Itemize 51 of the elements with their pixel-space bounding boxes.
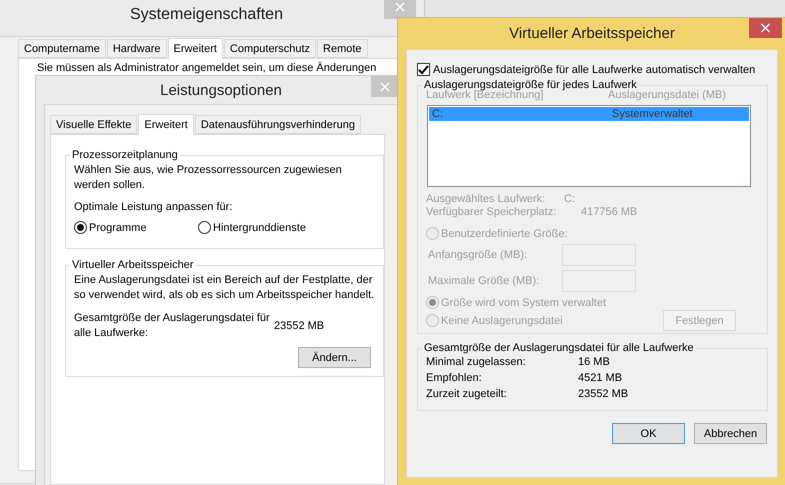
- column-header: Auslagerungsdatei (MB): [608, 89, 728, 101]
- tab[interactable]: Computername: [18, 39, 106, 58]
- radio-label: Benutzerdefinierte Größe:: [441, 228, 568, 240]
- description-text: Eine Auslagerungsdatei ist ein Bereich auf der Festplatte, der so verwendet wird, als ob es sich um Arbeitsspeicher handelt.: [74, 273, 375, 303]
- radio-button[interactable]: [198, 221, 211, 234]
- checkbox-label: Auslagerungsdateigröße für alle Laufwerke automatisch verwalten: [433, 64, 756, 76]
- cancel-button[interactable]: Abbrechen: [694, 423, 767, 444]
- field-label: Anfangsgröße (MB):: [428, 249, 528, 261]
- radio-label: Hintergrunddienste: [213, 222, 306, 234]
- group-title: Prozessorzeitplanung: [71, 149, 179, 161]
- tab[interactable]: Hardware: [106, 39, 167, 58]
- total-label: Empfohlen:: [426, 372, 483, 384]
- radio-label: Keine Auslagerungsdatei: [441, 314, 563, 326]
- info-label: Ausgewähltes Laufwerk:: [426, 193, 546, 205]
- close-button[interactable]: ×: [749, 18, 782, 38]
- total-value: 4521 MB: [578, 372, 624, 384]
- total-size-value: 23552 MB: [274, 320, 324, 332]
- ok-button[interactable]: OK: [612, 423, 685, 444]
- info-value: 417756 MB: [581, 206, 638, 218]
- tab[interactable]: Visuelle Effekte: [50, 115, 138, 134]
- tab[interactable]: Computerschutz: [224, 39, 316, 58]
- field-label: Maximale Größe (MB):: [428, 275, 540, 287]
- info-value: C:: [564, 193, 576, 205]
- group-title: Virtueller Arbeitsspeicher: [71, 259, 194, 271]
- total-size-label: Gesamtgröße der Auslagerungsdatei für alle Laufwerke:: [74, 311, 271, 341]
- window-title: Systemeigenschaften: [130, 6, 283, 24]
- total-value: 23552 MB: [578, 388, 630, 400]
- info-label: Verfügbarer Speicherplatz:: [426, 206, 558, 218]
- radio-button[interactable]: [74, 221, 87, 234]
- admin-notice: Sie müssen als Administrator angemeldet sein, um diese Änderungen: [37, 61, 378, 76]
- tab[interactable]: Erweitert: [138, 114, 194, 135]
- checkmark-icon: [418, 64, 429, 74]
- total-label: Zurzeit zugeteilt:: [426, 388, 508, 400]
- tab[interactable]: Remote: [317, 39, 368, 58]
- radio-label: Größe wird vom System verwaltet: [441, 296, 606, 308]
- paging-file-size: Systemverwaltet: [612, 107, 694, 121]
- group-title: Auslagerungsdateigröße für jedes Laufwerk: [423, 79, 637, 91]
- column-header: Laufwerk [Bezeichnung]: [426, 89, 544, 101]
- description-text: Wählen Sie aus, wie Prozessorressourcen zugewiesen werden sollen.: [74, 163, 343, 193]
- group-title: Gesamtgröße der Auslagerungsdatei für alle Laufwerke: [423, 342, 695, 354]
- drive-name: C:: [432, 107, 444, 121]
- radio-label: Programme: [89, 222, 146, 234]
- window-title: Leistungsoptionen: [160, 82, 282, 98]
- window-title: Virtueller Arbeitsspeicher: [509, 25, 675, 42]
- total-label: Minimal zugelassen:: [426, 356, 527, 368]
- tab[interactable]: Datenausführungsverhinderung: [194, 115, 361, 134]
- checkbox[interactable]: [417, 63, 430, 76]
- tab[interactable]: Erweitert: [168, 38, 223, 59]
- total-value: 16 MB: [578, 356, 611, 368]
- prompt-label: Optimale Leistung anpassen für:: [74, 201, 234, 213]
- change-button[interactable]: Ändern...: [298, 347, 371, 368]
